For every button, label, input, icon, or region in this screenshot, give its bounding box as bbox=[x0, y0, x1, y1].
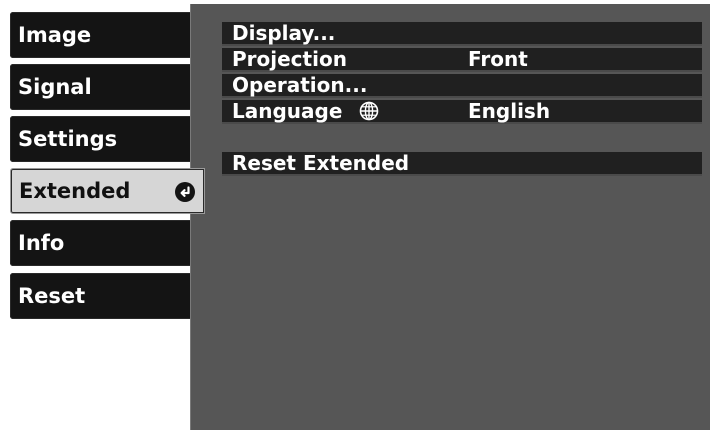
tab-reset[interactable]: Reset bbox=[10, 273, 191, 319]
tab-settings[interactable]: Settings bbox=[10, 116, 191, 162]
tab-info[interactable]: Info bbox=[10, 220, 191, 266]
tab-label: Info bbox=[18, 231, 65, 255]
tab-label: Image bbox=[18, 23, 92, 47]
menu-item-label: Reset Extended bbox=[232, 151, 410, 175]
enter-icon bbox=[175, 182, 195, 202]
menu-item-reset-extended[interactable]: Reset Extended bbox=[222, 151, 702, 176]
submenu-panel: Display... Projection Front Operation...… bbox=[190, 4, 710, 430]
tab-label: Extended bbox=[19, 179, 131, 203]
tab-label: Reset bbox=[18, 284, 86, 308]
menu-item-value: English bbox=[468, 99, 551, 123]
tab-label: Settings bbox=[18, 127, 118, 151]
tab-image[interactable]: Image bbox=[10, 12, 191, 58]
menu-item-projection[interactable]: Projection Front bbox=[222, 47, 702, 72]
menu-item-operation[interactable]: Operation... bbox=[222, 73, 702, 98]
tab-signal[interactable]: Signal bbox=[10, 64, 191, 110]
globe-icon bbox=[358, 100, 380, 122]
menu-item-label-group: Language bbox=[232, 99, 380, 123]
menu-item-label: Operation... bbox=[232, 73, 368, 97]
tab-label: Signal bbox=[18, 75, 92, 99]
tab-extended[interactable]: Extended bbox=[10, 168, 205, 214]
menu-item-display[interactable]: Display... bbox=[222, 21, 702, 46]
menu-sidebar: Image Signal Settings Extended Info Rese… bbox=[0, 0, 205, 430]
menu-item-value: Front bbox=[468, 47, 528, 71]
menu-item-language[interactable]: Language English bbox=[222, 99, 702, 124]
menu-item-label: Display... bbox=[232, 21, 336, 45]
menu-item-label: Projection bbox=[232, 47, 347, 71]
menu-item-label: Language bbox=[232, 99, 343, 123]
